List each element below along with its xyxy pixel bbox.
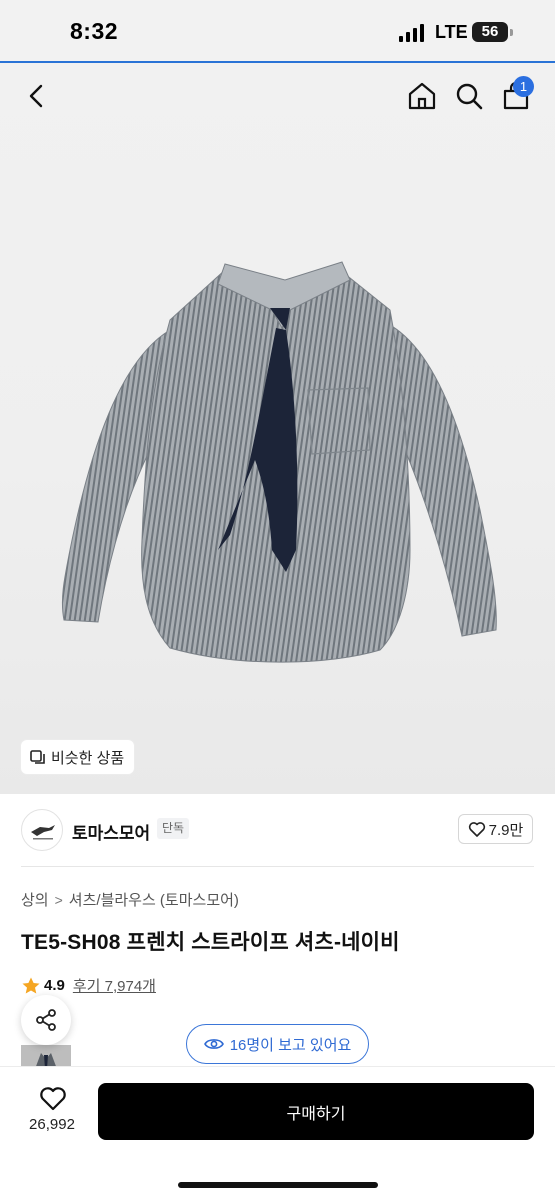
similar-products-button[interactable]: 비슷한 상품: [21, 740, 135, 774]
share-button[interactable]: [21, 995, 71, 1045]
viewers-text: 16명이 보고 있어요: [229, 1036, 352, 1054]
wishlist-button[interactable]: 26,992: [21, 1084, 83, 1138]
home-indicator: [178, 1182, 378, 1188]
wishlist-count: 26,992: [29, 1116, 75, 1133]
status-time: 8:32: [70, 18, 119, 44]
signal-icon: [399, 24, 427, 42]
brand-name[interactable]: 토마스모어: [72, 819, 150, 844]
section-divider: [21, 866, 534, 867]
home-button[interactable]: [406, 80, 438, 112]
home-icon: [408, 82, 436, 110]
exclusive-badge: 단독: [157, 818, 190, 839]
viewers-pill: 16명이 보고 있어요: [186, 1024, 369, 1064]
search-icon: [456, 83, 483, 110]
brand-logo-mark: [31, 825, 55, 840]
buy-button[interactable]: 구매하기: [98, 1083, 534, 1140]
heart-icon: [40, 1087, 66, 1111]
rating-score: 4.9: [44, 977, 65, 994]
star-icon: [22, 977, 40, 993]
cart-count-badge: 1: [513, 76, 534, 97]
rating-row: 4.9 후기 7,974개: [21, 975, 156, 996]
back-button[interactable]: [22, 80, 52, 112]
battery-icon: 56: [472, 22, 508, 42]
breadcrumb-item-subcategory[interactable]: 셔츠/블라우스 (토마스모어): [69, 889, 239, 910]
battery-tip: [510, 29, 513, 36]
network-label: LTE: [435, 22, 468, 42]
breadcrumb-separator: >: [54, 891, 63, 908]
product-image[interactable]: [50, 250, 510, 690]
share-icon: [36, 1009, 56, 1031]
chevron-left-icon: [29, 84, 43, 108]
brand-like-count: 7.9만: [488, 821, 524, 839]
review-link[interactable]: 후기 7,974개: [73, 975, 156, 996]
product-title: TE5-SH08 프렌치 스트라이프 셔츠-네이비: [21, 931, 400, 954]
brand-logo[interactable]: [21, 809, 63, 851]
brand-row: 토마스모어 단독 7.9만: [0, 795, 555, 865]
status-bar: 8:32 LTE 56: [0, 0, 555, 62]
search-button[interactable]: [453, 80, 485, 112]
shirt-graphic: [61, 261, 497, 663]
brand-like-button[interactable]: 7.9만: [458, 814, 533, 844]
heart-outline-icon: [468, 822, 485, 837]
breadcrumb: 상의 > 셔츠/블라우스 (토마스모어): [21, 889, 239, 910]
eye-icon: [203, 1039, 224, 1049]
similar-products-label: 비슷한 상품: [51, 749, 125, 767]
similar-products-icon: [30, 750, 45, 764]
breadcrumb-item-category[interactable]: 상의: [21, 889, 49, 910]
